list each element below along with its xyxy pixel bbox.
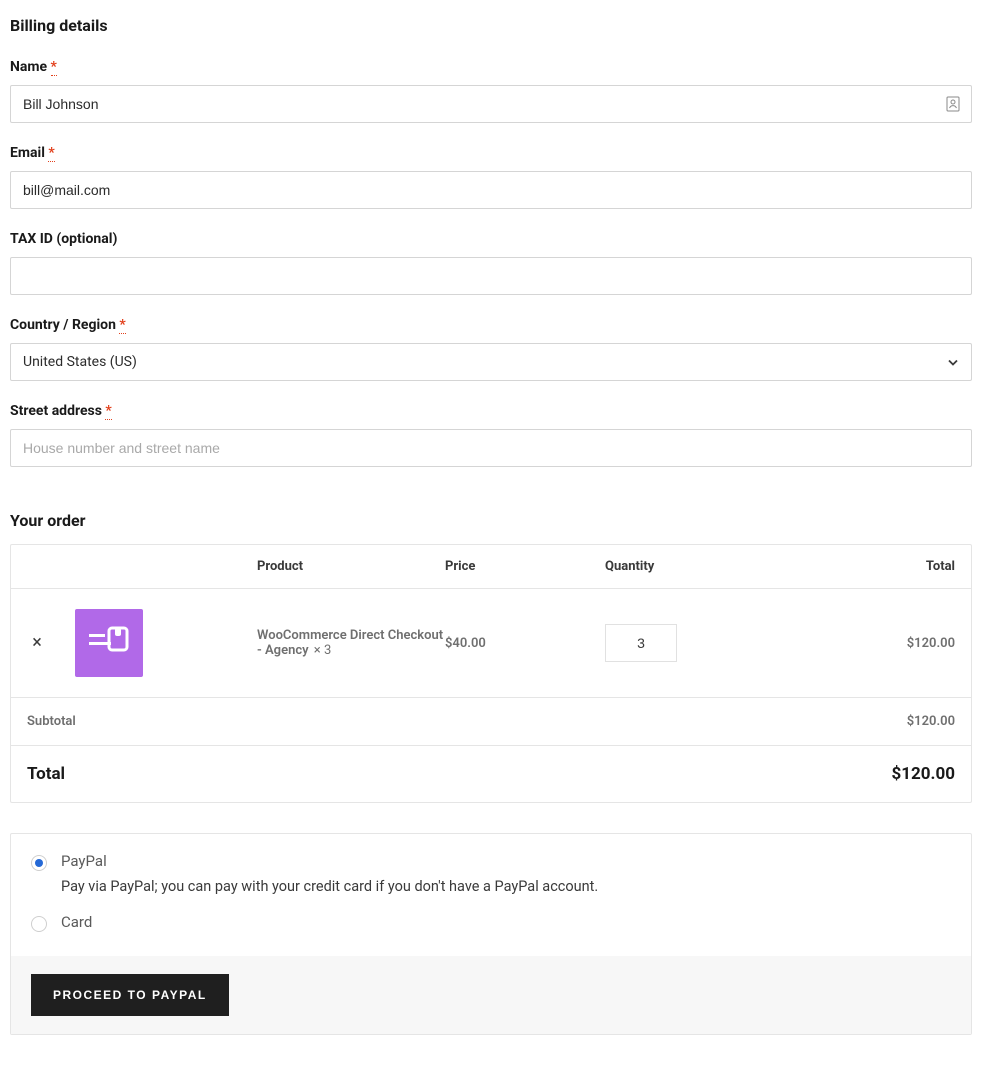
th-quantity: Quantity — [605, 559, 785, 574]
street-field-group: Street address * — [10, 403, 972, 467]
product-qty-mult: × 3 — [314, 643, 331, 658]
paypal-label: PayPal — [61, 852, 598, 870]
payment-option-card[interactable]: Card — [31, 913, 951, 932]
country-label-text: Country / Region — [10, 317, 116, 333]
subtotal-label: Subtotal — [27, 714, 907, 729]
total-label: Total — [27, 764, 892, 784]
email-input[interactable] — [10, 171, 972, 209]
name-input[interactable] — [10, 85, 972, 123]
price-cell: $40.00 — [445, 636, 605, 651]
product-thumbnail — [75, 609, 143, 677]
radio-card[interactable] — [31, 916, 47, 932]
total-row: Total $120.00 — [11, 746, 971, 802]
subtotal-value: $120.00 — [907, 714, 955, 729]
country-field-group: Country / Region * United States (US) — [10, 317, 972, 381]
payment-option-paypal[interactable]: PayPal Pay via PayPal; you can pay with … — [31, 852, 951, 895]
name-field-group: Name * — [10, 59, 972, 123]
proceed-button[interactable]: Proceed to PayPal — [31, 974, 229, 1016]
quantity-input[interactable] — [605, 624, 677, 662]
required-mark: * — [105, 403, 111, 420]
tax-label: TAX ID (optional) — [10, 231, 972, 247]
required-mark: * — [51, 59, 57, 76]
th-product: Product — [257, 559, 445, 574]
payment-footer: Proceed to PayPal — [11, 956, 971, 1034]
contact-card-icon — [946, 96, 960, 112]
subtotal-row: Subtotal $120.00 — [11, 698, 971, 746]
required-mark: * — [119, 317, 125, 334]
tax-input[interactable] — [10, 257, 972, 295]
product-name: WooCommerce Direct Checkout - Agency — [257, 628, 443, 658]
tax-field-group: TAX ID (optional) — [10, 231, 972, 295]
radio-paypal[interactable] — [31, 855, 47, 871]
quantity-cell — [605, 624, 785, 662]
table-row: × WooCommerce Direct Checkout - Agency ×… — [11, 589, 971, 698]
email-label: Email * — [10, 145, 972, 161]
street-label-text: Street address — [10, 403, 102, 419]
card-label: Card — [61, 913, 92, 931]
payment-options: PayPal Pay via PayPal; you can pay with … — [11, 834, 971, 956]
order-heading: Your order — [10, 511, 972, 530]
line-total-cell: $120.00 — [785, 636, 955, 651]
order-table-header: Product Price Quantity Total — [11, 545, 971, 589]
email-label-text: Email — [10, 145, 45, 161]
product-cell: × — [27, 609, 257, 677]
order-table: Product Price Quantity Total × WooCommer… — [10, 544, 972, 803]
name-label: Name * — [10, 59, 972, 75]
payment-box: PayPal Pay via PayPal; you can pay with … — [10, 833, 972, 1035]
total-value: $120.00 — [892, 764, 955, 784]
required-mark: * — [48, 145, 54, 162]
country-select[interactable]: United States (US) — [10, 343, 972, 381]
paypal-description: Pay via PayPal; you can pay with your cr… — [61, 878, 598, 895]
remove-item-button[interactable]: × — [27, 634, 47, 652]
billing-heading: Billing details — [10, 16, 972, 35]
country-label: Country / Region * — [10, 317, 972, 333]
street-label: Street address * — [10, 403, 972, 419]
product-name-cell: WooCommerce Direct Checkout - Agency × 3 — [257, 628, 445, 658]
th-total: Total — [785, 559, 955, 574]
email-field-group: Email * — [10, 145, 972, 209]
street-input[interactable] — [10, 429, 972, 467]
th-price: Price — [445, 559, 605, 574]
name-label-text: Name — [10, 59, 47, 75]
product-icon — [89, 626, 129, 660]
